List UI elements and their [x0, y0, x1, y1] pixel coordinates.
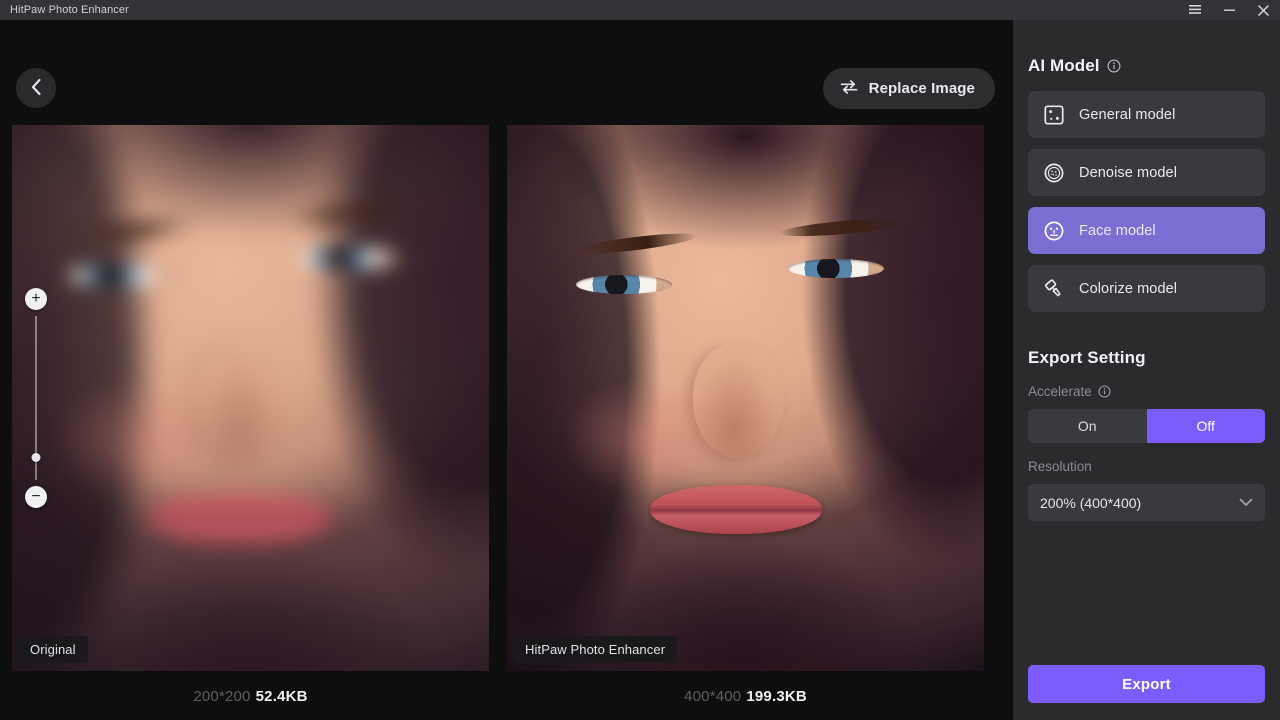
image-comparison-area: Original HitPaw Photo E: [12, 125, 1001, 671]
enhanced-photo: [507, 125, 984, 671]
accelerate-toggle-group: On Off: [1028, 409, 1265, 443]
chevron-down-icon: [1239, 498, 1253, 507]
ai-model-heading-label: AI Model: [1028, 56, 1100, 76]
model-button-colorize[interactable]: Colorize model: [1028, 265, 1265, 312]
enhanced-dimensions: 400*400: [684, 688, 741, 705]
panel-spacer: [1028, 521, 1265, 665]
app-title: HitPaw Photo Enhancer: [0, 4, 129, 16]
accelerate-toggle-on[interactable]: On: [1028, 409, 1147, 443]
accelerate-toggle-off[interactable]: Off: [1147, 409, 1266, 443]
app-window: HitPaw Photo Enhancer: [0, 0, 1280, 720]
resolution-label-row: Resolution: [1028, 459, 1265, 474]
zoom-slider[interactable]: + −: [24, 288, 48, 508]
ai-model-list: General model Deno: [1028, 91, 1265, 312]
model-button-face[interactable]: Face model: [1028, 207, 1265, 254]
swap-arrows-icon: [839, 79, 859, 98]
accelerate-label: Accelerate: [1028, 384, 1092, 399]
model-button-general[interactable]: General model: [1028, 91, 1265, 138]
workspace: Replace Image Ori: [0, 20, 1013, 720]
face-model-icon: [1042, 219, 1066, 243]
export-setting-heading: Export Setting: [1028, 348, 1265, 368]
denoise-model-icon: [1042, 161, 1066, 185]
hamburger-menu-icon[interactable]: [1178, 0, 1212, 20]
model-label-face: Face model: [1079, 223, 1156, 239]
original-image-badge: Original: [18, 636, 88, 663]
enhanced-image-info: 400*400 199.3KB: [507, 688, 984, 705]
enhanced-filesize: 199.3KB: [746, 688, 807, 705]
original-photo: [12, 125, 489, 671]
settings-panel: AI Model: [1013, 20, 1280, 720]
chevron-left-icon: [30, 78, 43, 99]
info-circle-icon[interactable]: [1098, 385, 1111, 398]
original-image-preview[interactable]: Original: [12, 125, 489, 671]
window-controls: [1178, 0, 1280, 20]
ai-model-heading: AI Model: [1028, 56, 1265, 76]
export-setting-heading-label: Export Setting: [1028, 348, 1146, 368]
zoom-slider-thumb[interactable]: [32, 453, 41, 462]
replace-image-button[interactable]: Replace Image: [823, 68, 995, 109]
plus-circle-icon[interactable]: +: [25, 288, 47, 310]
resolution-label: Resolution: [1028, 459, 1092, 474]
back-button[interactable]: [16, 68, 56, 108]
model-label-general: General model: [1079, 107, 1175, 123]
minimize-icon[interactable]: [1212, 0, 1246, 20]
replace-image-label: Replace Image: [869, 80, 975, 97]
image-info-row: 200*200 52.4KB 400*400 199.3KB: [12, 688, 1001, 705]
app-body: Replace Image Ori: [0, 20, 1280, 720]
photo-jaw-shading: [12, 125, 489, 671]
export-button[interactable]: Export: [1028, 665, 1265, 703]
model-label-colorize: Colorize model: [1079, 281, 1177, 297]
close-icon[interactable]: [1246, 0, 1280, 20]
original-filesize: 52.4KB: [256, 688, 308, 705]
photo-jaw-shading: [507, 125, 984, 671]
model-label-denoise: Denoise model: [1079, 165, 1177, 181]
info-circle-icon[interactable]: [1107, 59, 1121, 73]
model-button-denoise[interactable]: Denoise model: [1028, 149, 1265, 196]
minus-circle-icon[interactable]: −: [25, 486, 47, 508]
original-image-info: 200*200 52.4KB: [12, 688, 489, 705]
colorize-model-icon: [1042, 277, 1066, 301]
general-model-icon: [1042, 103, 1066, 127]
original-dimensions: 200*200: [193, 688, 250, 705]
resolution-select-value: 200% (400*400): [1040, 495, 1239, 511]
zoom-slider-track[interactable]: [35, 316, 37, 480]
titlebar: HitPaw Photo Enhancer: [0, 0, 1280, 20]
resolution-select[interactable]: 200% (400*400): [1028, 484, 1265, 521]
accelerate-label-row: Accelerate: [1028, 384, 1265, 399]
enhanced-image-preview[interactable]: HitPaw Photo Enhancer: [507, 125, 984, 671]
enhanced-image-badge: HitPaw Photo Enhancer: [513, 636, 677, 663]
